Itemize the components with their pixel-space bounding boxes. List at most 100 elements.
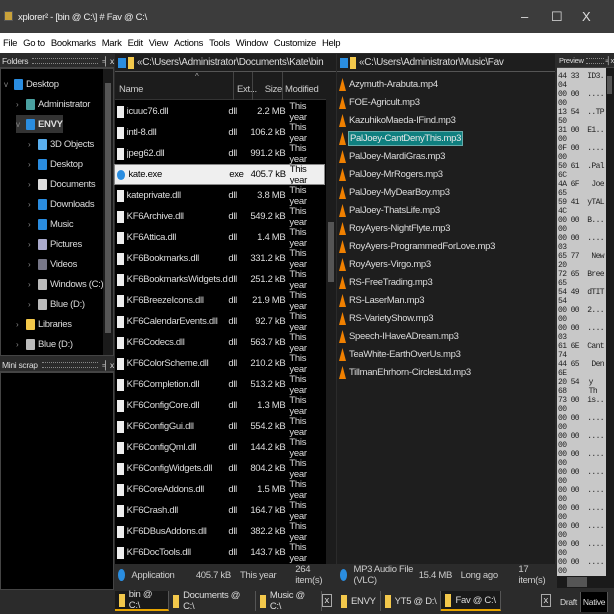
close-pane-button[interactable]: x <box>110 360 114 370</box>
file-row[interactable]: PalJoey-MyDearBoy.mp3 <box>337 184 450 201</box>
drag-grip[interactable] <box>585 57 604 64</box>
pin-icon[interactable]: ╡ <box>102 56 108 66</box>
file-row[interactable]: TillmanEhrhorn-CirclesLtd.mp3 <box>337 364 471 381</box>
file-row[interactable]: KF6ConfigCore.dll dll 1.3 MB This year <box>115 395 324 417</box>
tree-item[interactable]: › Pictures <box>28 235 82 253</box>
menu-bookmarks[interactable]: Bookmarks <box>51 38 96 49</box>
maximize-button[interactable]: ☐ <box>551 9 563 25</box>
tab-native[interactable]: Native <box>580 592 609 612</box>
file-row[interactable]: KF6CalendarEvents.dll dll 92.7 kB This year <box>115 311 324 333</box>
chevron-right-icon[interactable]: › <box>28 260 38 269</box>
menu-tools[interactable]: Tools <box>209 38 230 49</box>
scrollbar-thumb[interactable] <box>328 222 334 282</box>
chevron-right-icon[interactable]: › <box>28 180 38 189</box>
file-row[interactable]: TeaWhite-EarthOverUs.mp3 <box>337 346 461 363</box>
chevron-right-icon[interactable]: › <box>28 160 38 169</box>
close-tab-button[interactable]: x <box>540 594 551 607</box>
file-row[interactable]: PalJoey-ThatsLife.mp3 <box>337 202 440 219</box>
file-row[interactable]: jpeg62.dll dll 991.2 kB This year <box>115 143 324 165</box>
chevron-right-icon[interactable]: › <box>28 220 38 229</box>
tree-item[interactable]: › Downloads <box>28 195 95 213</box>
file-row[interactable]: KF6Completion.dll dll 513.2 kB This year <box>115 374 324 396</box>
file-row[interactable]: RS-FreeTrading.mp3 <box>337 274 433 291</box>
chevron-right-icon[interactable]: › <box>28 240 38 249</box>
file-row[interactable]: Azymuth-Arabuta.mp4 <box>337 76 438 93</box>
address-bar[interactable]: «C:\Users\Administrator\Documents\Kate\b… <box>115 54 336 72</box>
tree-scrollbar[interactable] <box>103 69 113 355</box>
file-row[interactable]: KF6BookmarksWidgets.dll dll 251.2 kB This y… <box>115 269 324 291</box>
file-row[interactable]: KF6CoreAddons.dll dll 1.5 MB This year <box>115 479 324 501</box>
scrollbar-thumb[interactable] <box>567 577 587 587</box>
tree-item[interactable]: › Videos <box>28 255 77 273</box>
chevron-down-icon[interactable]: v <box>4 80 14 89</box>
chevron-right-icon[interactable]: › <box>28 140 38 149</box>
menu-go-to[interactable]: Go to <box>23 38 45 49</box>
column-name[interactable]: Name <box>119 84 143 95</box>
address-path[interactable]: «C:\Users\Administrator\Documents\Kate\b… <box>137 57 324 68</box>
chevron-down-icon[interactable]: v <box>16 120 26 129</box>
preview-scrollbar[interactable] <box>606 68 614 576</box>
file-row[interactable]: RoyAyers-ProgrammedForLove.mp3 <box>337 238 495 255</box>
menu-file[interactable]: File <box>3 38 17 49</box>
scrollbar-thumb[interactable] <box>105 83 111 333</box>
tree-item[interactable]: › Desktop <box>28 155 83 173</box>
tree-item[interactable]: › Administrator <box>16 95 90 113</box>
file-row[interactable]: Speech-IHaveADream.mp3 <box>337 328 459 345</box>
tab[interactable]: bin @ C:\ <box>115 589 170 611</box>
file-row[interactable]: PalJoey-MardiGras.mp3 <box>337 148 445 165</box>
tab-draft[interactable]: Draft <box>557 592 581 612</box>
tab[interactable]: YT5 @ D:\ <box>381 591 442 611</box>
close-tab-button[interactable]: x <box>321 594 332 607</box>
file-row[interactable]: KF6Codecs.dll dll 563.7 kB This year <box>115 332 324 354</box>
chevron-right-icon[interactable]: › <box>16 340 26 349</box>
chevron-right-icon[interactable]: › <box>28 300 38 309</box>
file-row[interactable]: intl-8.dll dll 106.2 kB This year <box>115 122 324 144</box>
tree-item[interactable]: › 3D Objects <box>28 135 94 153</box>
chevron-right-icon[interactable]: › <box>16 320 26 329</box>
chevron-right-icon[interactable]: › <box>16 100 26 109</box>
chevron-right-icon[interactable]: › <box>28 200 38 209</box>
preview-hscrollbar[interactable] <box>557 576 614 588</box>
address-path[interactable]: «C:\Users\Administrator\Music\Fav <box>359 57 504 68</box>
file-row[interactable]: RoyAyers-Virgo.mp3 <box>337 256 431 273</box>
file-row[interactable]: kateprivate.dll dll 3.8 MB This year <box>115 185 324 207</box>
tree-item[interactable]: v Desktop <box>4 75 59 93</box>
file-row[interactable]: KF6ColorScheme.dll dll 210.2 kB This year <box>115 353 324 375</box>
file-row[interactable]: KF6Archive.dll dll 549.2 kB This year <box>115 206 324 228</box>
tree-item[interactable]: › Blue (D:) <box>28 295 85 313</box>
file-row[interactable]: icuuc76.dll dll 2.2 MB This year <box>115 101 324 123</box>
tree-item[interactable]: › Music <box>28 215 74 233</box>
address-bar[interactable]: «C:\Users\Administrator\Music\Fav <box>337 54 555 72</box>
file-row[interactable]: KF6ConfigQml.dll dll 144.2 kB This year <box>115 437 324 459</box>
file-list-scrollbar[interactable] <box>326 72 336 564</box>
drag-grip[interactable] <box>32 57 99 64</box>
file-row[interactable]: KF6DBusAddons.dll dll 382.2 kB This year <box>115 521 324 543</box>
menu-view[interactable]: View <box>149 38 169 49</box>
menu-customize[interactable]: Customize <box>274 38 316 49</box>
file-row[interactable]: KF6Crash.dll dll 164.7 kB This year <box>115 500 324 522</box>
file-row[interactable]: PalJoey-MrRogers.mp3 <box>337 166 443 183</box>
column-size[interactable]: Size <box>252 72 282 100</box>
file-row[interactable]: KF6BreezeIcons.dll dll 21.9 MB This year <box>115 290 324 312</box>
file-row[interactable]: KF6ConfigGui.dll dll 554.2 kB This year <box>115 416 324 438</box>
tree-item[interactable]: › Windows (C:) <box>28 275 104 293</box>
file-row[interactable]: RS-VarietyShow.mp3 <box>337 310 433 327</box>
file-row[interactable]: KF6Attica.dll dll 1.4 MB This year <box>115 227 324 249</box>
tree-item[interactable]: v ENVY <box>16 115 63 133</box>
tab[interactable]: Fav @ C:\ <box>441 591 501 611</box>
file-row[interactable]: RS-LaserMan.mp3 <box>337 292 425 309</box>
file-row[interactable]: kate.exe exe 405.7 kB This year <box>114 164 325 186</box>
file-row[interactable]: KF6Bookmarks.dll dll 331.2 kB This year <box>115 248 324 270</box>
column-modified[interactable]: Modified <box>282 72 319 100</box>
file-row[interactable]: FOE-Agricult.mp3 <box>337 94 420 111</box>
menu-edit[interactable]: Edit <box>128 38 143 49</box>
tab[interactable]: Music @ C:\ <box>256 590 322 612</box>
menu-mark[interactable]: Mark <box>102 38 122 49</box>
chevron-right-icon[interactable]: › <box>28 280 38 289</box>
hex-preview[interactable]: 44 33 04 ID3. 00 00 00.... 13 54 50 ..TP 31 0… <box>557 68 614 576</box>
close-pane-button[interactable]: x <box>611 56 614 65</box>
scrollbar-thumb[interactable] <box>607 76 612 94</box>
file-row[interactable]: KF6DocTools.dll dll 143.7 kB This year <box>115 542 324 564</box>
tab[interactable]: ENVY <box>337 591 381 611</box>
tree-item[interactable]: › Blue (D:) <box>16 335 73 353</box>
